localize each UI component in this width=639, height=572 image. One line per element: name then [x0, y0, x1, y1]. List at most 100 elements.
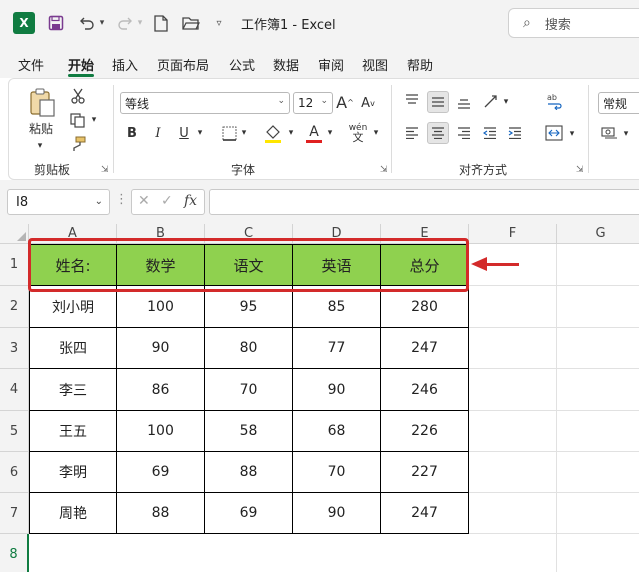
- more-options-icon[interactable]: ⋮: [115, 192, 128, 207]
- row-header-1[interactable]: 1: [0, 244, 29, 286]
- redo-icon[interactable]: [115, 12, 135, 34]
- italic-button[interactable]: I: [149, 123, 167, 143]
- table-cell[interactable]: 68: [293, 411, 381, 452]
- copy-dropdown-icon[interactable]: ▾: [89, 113, 99, 127]
- font-color-icon[interactable]: A: [305, 121, 323, 145]
- table-cell[interactable]: 69: [205, 493, 293, 534]
- table-cell[interactable]: 77: [293, 328, 381, 369]
- borders-dropdown-icon[interactable]: ▾: [239, 125, 249, 141]
- table-cell[interactable]: 李明: [29, 452, 117, 493]
- table-cell[interactable]: 王五: [29, 411, 117, 452]
- tab-insert[interactable]: 插入: [112, 55, 138, 74]
- wrap-text-icon[interactable]: ab: [545, 91, 565, 111]
- clipboard-launcher-icon[interactable]: ⇲: [101, 165, 109, 175]
- cancel-icon[interactable]: ✕: [138, 193, 150, 209]
- enter-icon[interactable]: ✓: [161, 193, 173, 209]
- table-cell[interactable]: 247: [381, 493, 469, 534]
- tab-home[interactable]: 开始: [68, 55, 94, 74]
- paste-icon[interactable]: [27, 87, 57, 119]
- accounting-dropdown-icon[interactable]: ▾: [621, 126, 631, 142]
- underline-button[interactable]: U: [175, 123, 193, 143]
- align-left-icon[interactable]: [403, 123, 421, 143]
- insert-function-button[interactable]: fx: [184, 193, 197, 209]
- table-cell[interactable]: 69: [117, 452, 205, 493]
- phonetic-guide-icon[interactable]: wén 文: [346, 121, 370, 145]
- table-header-cell[interactable]: 姓名:: [29, 244, 117, 286]
- table-cell[interactable]: 226: [381, 411, 469, 452]
- align-center-icon[interactable]: [427, 122, 449, 144]
- format-painter-icon[interactable]: [69, 135, 87, 153]
- redo-dropdown-icon[interactable]: ▾: [135, 12, 145, 34]
- table-cell[interactable]: 247: [381, 328, 469, 369]
- align-middle-icon[interactable]: [427, 91, 449, 113]
- search-box[interactable]: ⌕ 搜索: [508, 8, 639, 38]
- table-cell[interactable]: 100: [117, 286, 205, 328]
- row-header-5[interactable]: 5: [0, 411, 29, 452]
- table-cell[interactable]: 86: [117, 369, 205, 411]
- table-cell[interactable]: 246: [381, 369, 469, 411]
- grow-font-icon[interactable]: A ^: [336, 91, 354, 113]
- table-cell[interactable]: 70: [205, 369, 293, 411]
- table-cell[interactable]: 88: [117, 493, 205, 534]
- font-name-combo[interactable]: 等线 ⌄: [120, 92, 290, 114]
- tab-file[interactable]: 文件: [18, 55, 44, 74]
- table-cell[interactable]: 90: [117, 328, 205, 369]
- open-folder-icon[interactable]: [181, 12, 201, 34]
- align-right-icon[interactable]: [455, 123, 473, 143]
- accounting-format-icon[interactable]: [599, 123, 621, 143]
- tab-data[interactable]: 数据: [273, 55, 299, 74]
- number-format-combo[interactable]: 常规: [598, 92, 639, 114]
- column-header-b[interactable]: B: [117, 224, 205, 244]
- table-cell[interactable]: 周艳: [29, 493, 117, 534]
- table-cell[interactable]: 70: [293, 452, 381, 493]
- tab-help[interactable]: 帮助: [407, 55, 433, 74]
- customize-toolbar-icon[interactable]: ▿: [213, 12, 225, 34]
- orientation-dropdown-icon[interactable]: ▾: [501, 94, 511, 110]
- cut-icon[interactable]: [69, 87, 87, 105]
- table-cell[interactable]: 88: [205, 452, 293, 493]
- table-cell[interactable]: 80: [205, 328, 293, 369]
- merge-dropdown-icon[interactable]: ▾: [567, 126, 577, 142]
- table-cell[interactable]: 95: [205, 286, 293, 328]
- tab-formulas[interactable]: 公式: [229, 55, 255, 74]
- alignment-launcher-icon[interactable]: ⇲: [576, 165, 584, 175]
- borders-icon[interactable]: [220, 124, 238, 142]
- table-cell[interactable]: 280: [381, 286, 469, 328]
- paste-dropdown-icon[interactable]: ▾: [29, 141, 51, 151]
- shrink-font-icon[interactable]: Av: [361, 93, 375, 113]
- formula-input[interactable]: [209, 189, 639, 215]
- table-cell[interactable]: 90: [293, 369, 381, 411]
- table-cell[interactable]: 90: [293, 493, 381, 534]
- decrease-indent-icon[interactable]: [481, 123, 499, 143]
- table-cell[interactable]: 227: [381, 452, 469, 493]
- tab-review[interactable]: 审阅: [318, 55, 344, 74]
- merge-center-icon[interactable]: [543, 123, 565, 143]
- table-cell[interactable]: 85: [293, 286, 381, 328]
- bold-button[interactable]: B: [123, 123, 141, 143]
- tab-view[interactable]: 视图: [362, 55, 388, 74]
- table-header-cell[interactable]: 英语: [293, 244, 381, 286]
- column-header-a[interactable]: A: [29, 224, 117, 244]
- fill-color-dropdown-icon[interactable]: ▾: [286, 125, 296, 141]
- row-header-3[interactable]: 3: [0, 328, 29, 369]
- phonetic-dropdown-icon[interactable]: ▾: [371, 125, 381, 141]
- row-header-6[interactable]: 6: [0, 452, 29, 493]
- column-header-f[interactable]: F: [469, 224, 557, 244]
- table-cell[interactable]: 李三: [29, 369, 117, 411]
- font-color-dropdown-icon[interactable]: ▾: [325, 125, 335, 141]
- table-header-cell[interactable]: 数学: [117, 244, 205, 286]
- name-box[interactable]: I8 ⌄: [7, 189, 110, 215]
- align-top-icon[interactable]: [403, 91, 421, 109]
- align-bottom-icon[interactable]: [455, 93, 473, 113]
- save-icon[interactable]: [46, 12, 66, 34]
- column-header-e[interactable]: E: [381, 224, 469, 244]
- select-all-button[interactable]: [0, 224, 29, 244]
- fill-color-icon[interactable]: [263, 123, 283, 145]
- copy-icon[interactable]: [67, 111, 87, 129]
- table-cell[interactable]: 100: [117, 411, 205, 452]
- table-header-cell[interactable]: 语文: [205, 244, 293, 286]
- row-header-8[interactable]: 8: [0, 534, 29, 572]
- table-cell[interactable]: 58: [205, 411, 293, 452]
- increase-indent-icon[interactable]: [506, 123, 524, 143]
- undo-icon[interactable]: [77, 12, 97, 34]
